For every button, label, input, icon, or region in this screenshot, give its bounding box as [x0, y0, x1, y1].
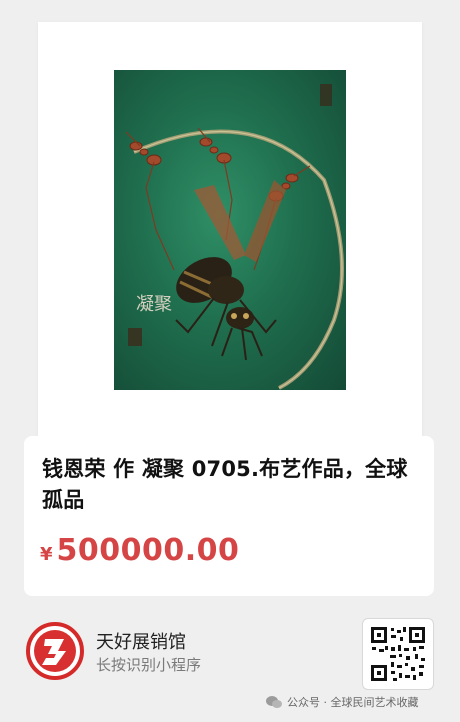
product-title: 钱恩荣 作 凝聚 0705.布艺作品，全球孤品 — [42, 457, 408, 512]
miniprogram-name: 天好展销馆 — [96, 632, 186, 653]
artwork-image-drawing: 凝聚 — [125, 84, 344, 390]
miniprogram-hint: 长按识别小程序 — [96, 656, 202, 674]
qr-code-icon[interactable] — [362, 618, 434, 690]
app-logo-icon[interactable] — [26, 622, 84, 680]
product-info-card[interactable]: 钱恩荣 作 凝聚 0705.布艺作品，全球孤品 ¥ 500000.00 — [24, 436, 434, 596]
product-price: ¥ 500000.00 — [40, 533, 239, 568]
watermark-text: 公众号 · 全球民间艺术收藏 — [287, 696, 419, 709]
watermark: 公众号 · 全球民间艺术收藏 — [266, 694, 419, 710]
price-amount: 500000.00 — [56, 533, 240, 568]
artwork-inscription: 凝聚 — [136, 294, 172, 315]
app-logo-svg — [26, 622, 84, 680]
currency-symbol: ¥ — [40, 544, 53, 565]
qr-code-svg — [369, 625, 427, 683]
wechat-icon — [266, 696, 282, 708]
artwork-image[interactable]: 凝聚 — [114, 70, 346, 390]
